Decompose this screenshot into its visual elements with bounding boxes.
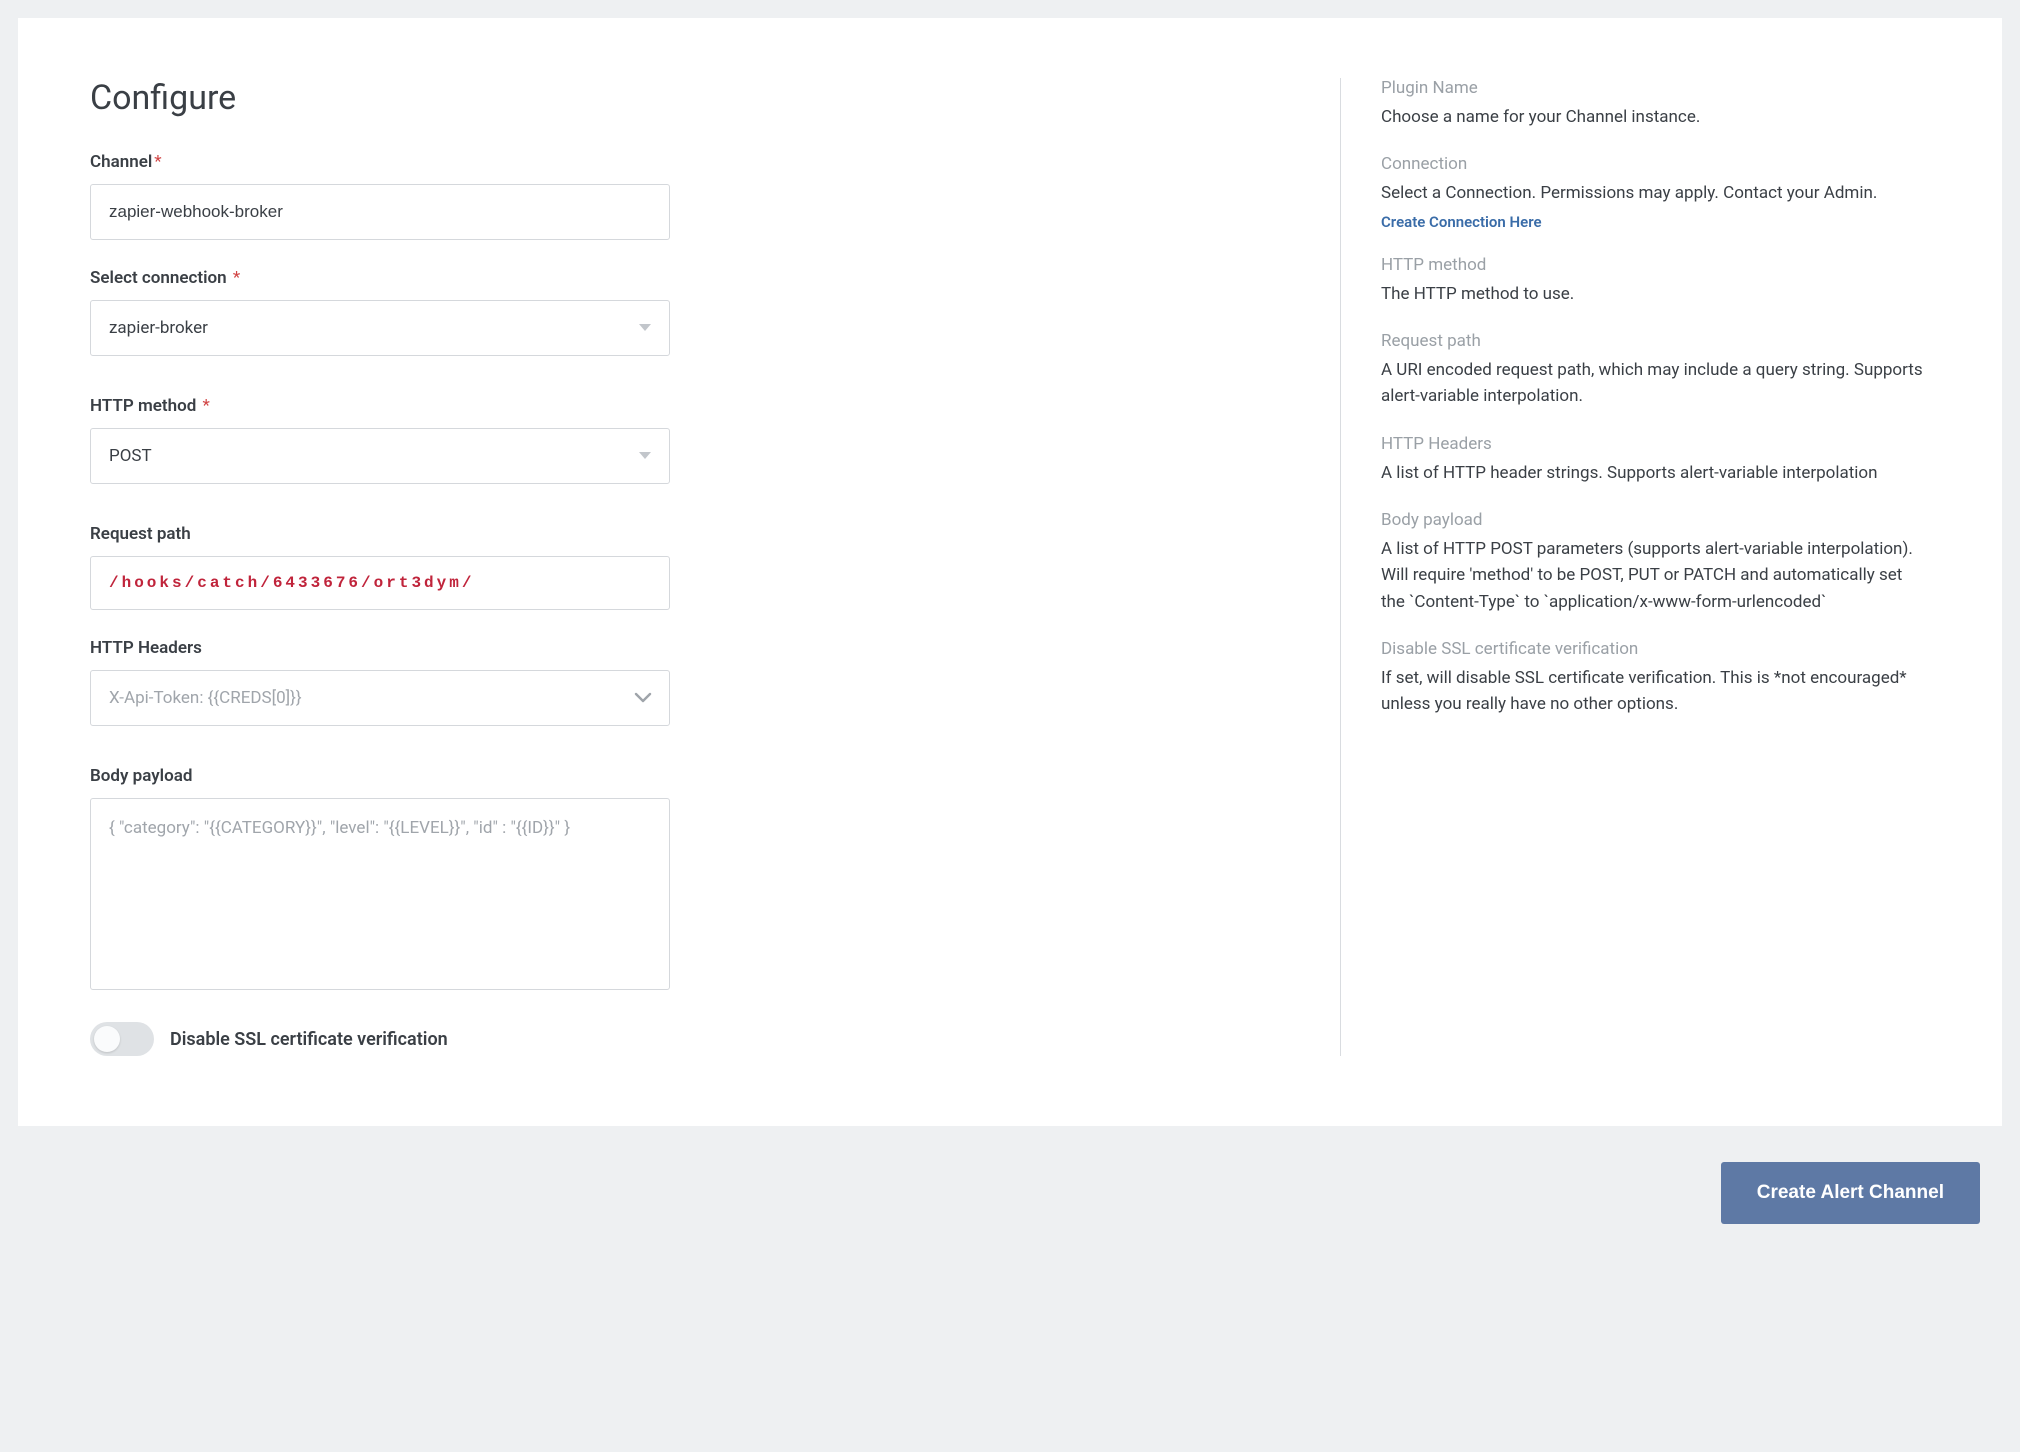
help-body: A list of HTTP header strings. Supports … (1381, 460, 1930, 486)
help-body: A URI encoded request path, which may in… (1381, 357, 1930, 410)
field-request-path: Request path (90, 524, 670, 610)
help-http-method: HTTP method The HTTP method to use. (1381, 255, 1930, 307)
help-title: Connection (1381, 154, 1930, 174)
required-marker: * (154, 152, 161, 172)
toggle-knob (94, 1026, 120, 1052)
channel-label: Channel* (90, 152, 670, 172)
disable-ssl-toggle[interactable] (90, 1022, 154, 1056)
body-payload-textarea[interactable] (90, 798, 670, 990)
create-alert-channel-button[interactable]: Create Alert Channel (1721, 1162, 1980, 1224)
channel-label-text: Channel (90, 152, 152, 172)
field-disable-ssl: Disable SSL certificate verification (90, 1022, 670, 1056)
form-column: Configure Channel* Select connection * z… (90, 78, 670, 1056)
footer: Create Alert Channel (0, 1144, 2020, 1248)
column-spacer (670, 78, 1340, 1056)
field-body-payload: Body payload (90, 766, 670, 994)
help-title: Disable SSL certificate verification (1381, 639, 1930, 659)
connection-label: Select connection * (90, 268, 670, 288)
help-body: Choose a name for your Channel instance. (1381, 104, 1930, 130)
help-body: The HTTP method to use. (1381, 281, 1930, 307)
http-method-label-text: HTTP method (90, 396, 196, 416)
required-marker: * (203, 396, 210, 416)
field-connection: Select connection * zapier-broker (90, 268, 670, 356)
body-payload-label: Body payload (90, 766, 670, 786)
field-http-headers: HTTP Headers X-Api-Token: {{CREDS[0]}} (90, 638, 670, 726)
field-http-method: HTTP method * POST (90, 396, 670, 484)
request-path-input[interactable] (90, 556, 670, 610)
connection-select[interactable]: zapier-broker (90, 300, 670, 356)
http-method-label: HTTP method * (90, 396, 670, 416)
help-http-headers: HTTP Headers A list of HTTP header strin… (1381, 434, 1930, 486)
connection-label-text: Select connection (90, 268, 227, 288)
help-body: Select a Connection. Permissions may app… (1381, 180, 1930, 206)
create-connection-link[interactable]: Create Connection Here (1381, 213, 1542, 231)
connection-select-value: zapier-broker (109, 318, 208, 338)
page-title: Configure (90, 78, 670, 118)
help-title: HTTP Headers (1381, 434, 1930, 454)
channel-input[interactable] (90, 184, 670, 240)
help-title: HTTP method (1381, 255, 1930, 275)
help-plugin-name: Plugin Name Choose a name for your Chann… (1381, 78, 1930, 130)
help-connection: Connection Select a Connection. Permissi… (1381, 154, 1930, 230)
help-body: A list of HTTP POST parameters (supports… (1381, 536, 1930, 615)
http-headers-label: HTTP Headers (90, 638, 670, 658)
help-body: If set, will disable SSL certificate ver… (1381, 665, 1930, 718)
disable-ssl-label: Disable SSL certificate verification (170, 1029, 448, 1050)
http-headers-placeholder: X-Api-Token: {{CREDS[0]}} (109, 688, 302, 708)
help-request-path: Request path A URI encoded request path,… (1381, 331, 1930, 410)
required-marker: * (233, 268, 240, 288)
help-body-payload: Body payload A list of HTTP POST paramet… (1381, 510, 1930, 615)
http-method-select-value: POST (109, 446, 152, 466)
help-title: Body payload (1381, 510, 1930, 530)
configure-panel: Configure Channel* Select connection * z… (18, 18, 2002, 1126)
request-path-label: Request path (90, 524, 670, 544)
help-column: Plugin Name Choose a name for your Chann… (1340, 78, 1930, 1056)
help-title: Plugin Name (1381, 78, 1930, 98)
field-channel: Channel* (90, 152, 670, 240)
http-method-select[interactable]: POST (90, 428, 670, 484)
http-headers-select[interactable]: X-Api-Token: {{CREDS[0]}} (90, 670, 670, 726)
help-disable-ssl: Disable SSL certificate verification If … (1381, 639, 1930, 718)
help-title: Request path (1381, 331, 1930, 351)
